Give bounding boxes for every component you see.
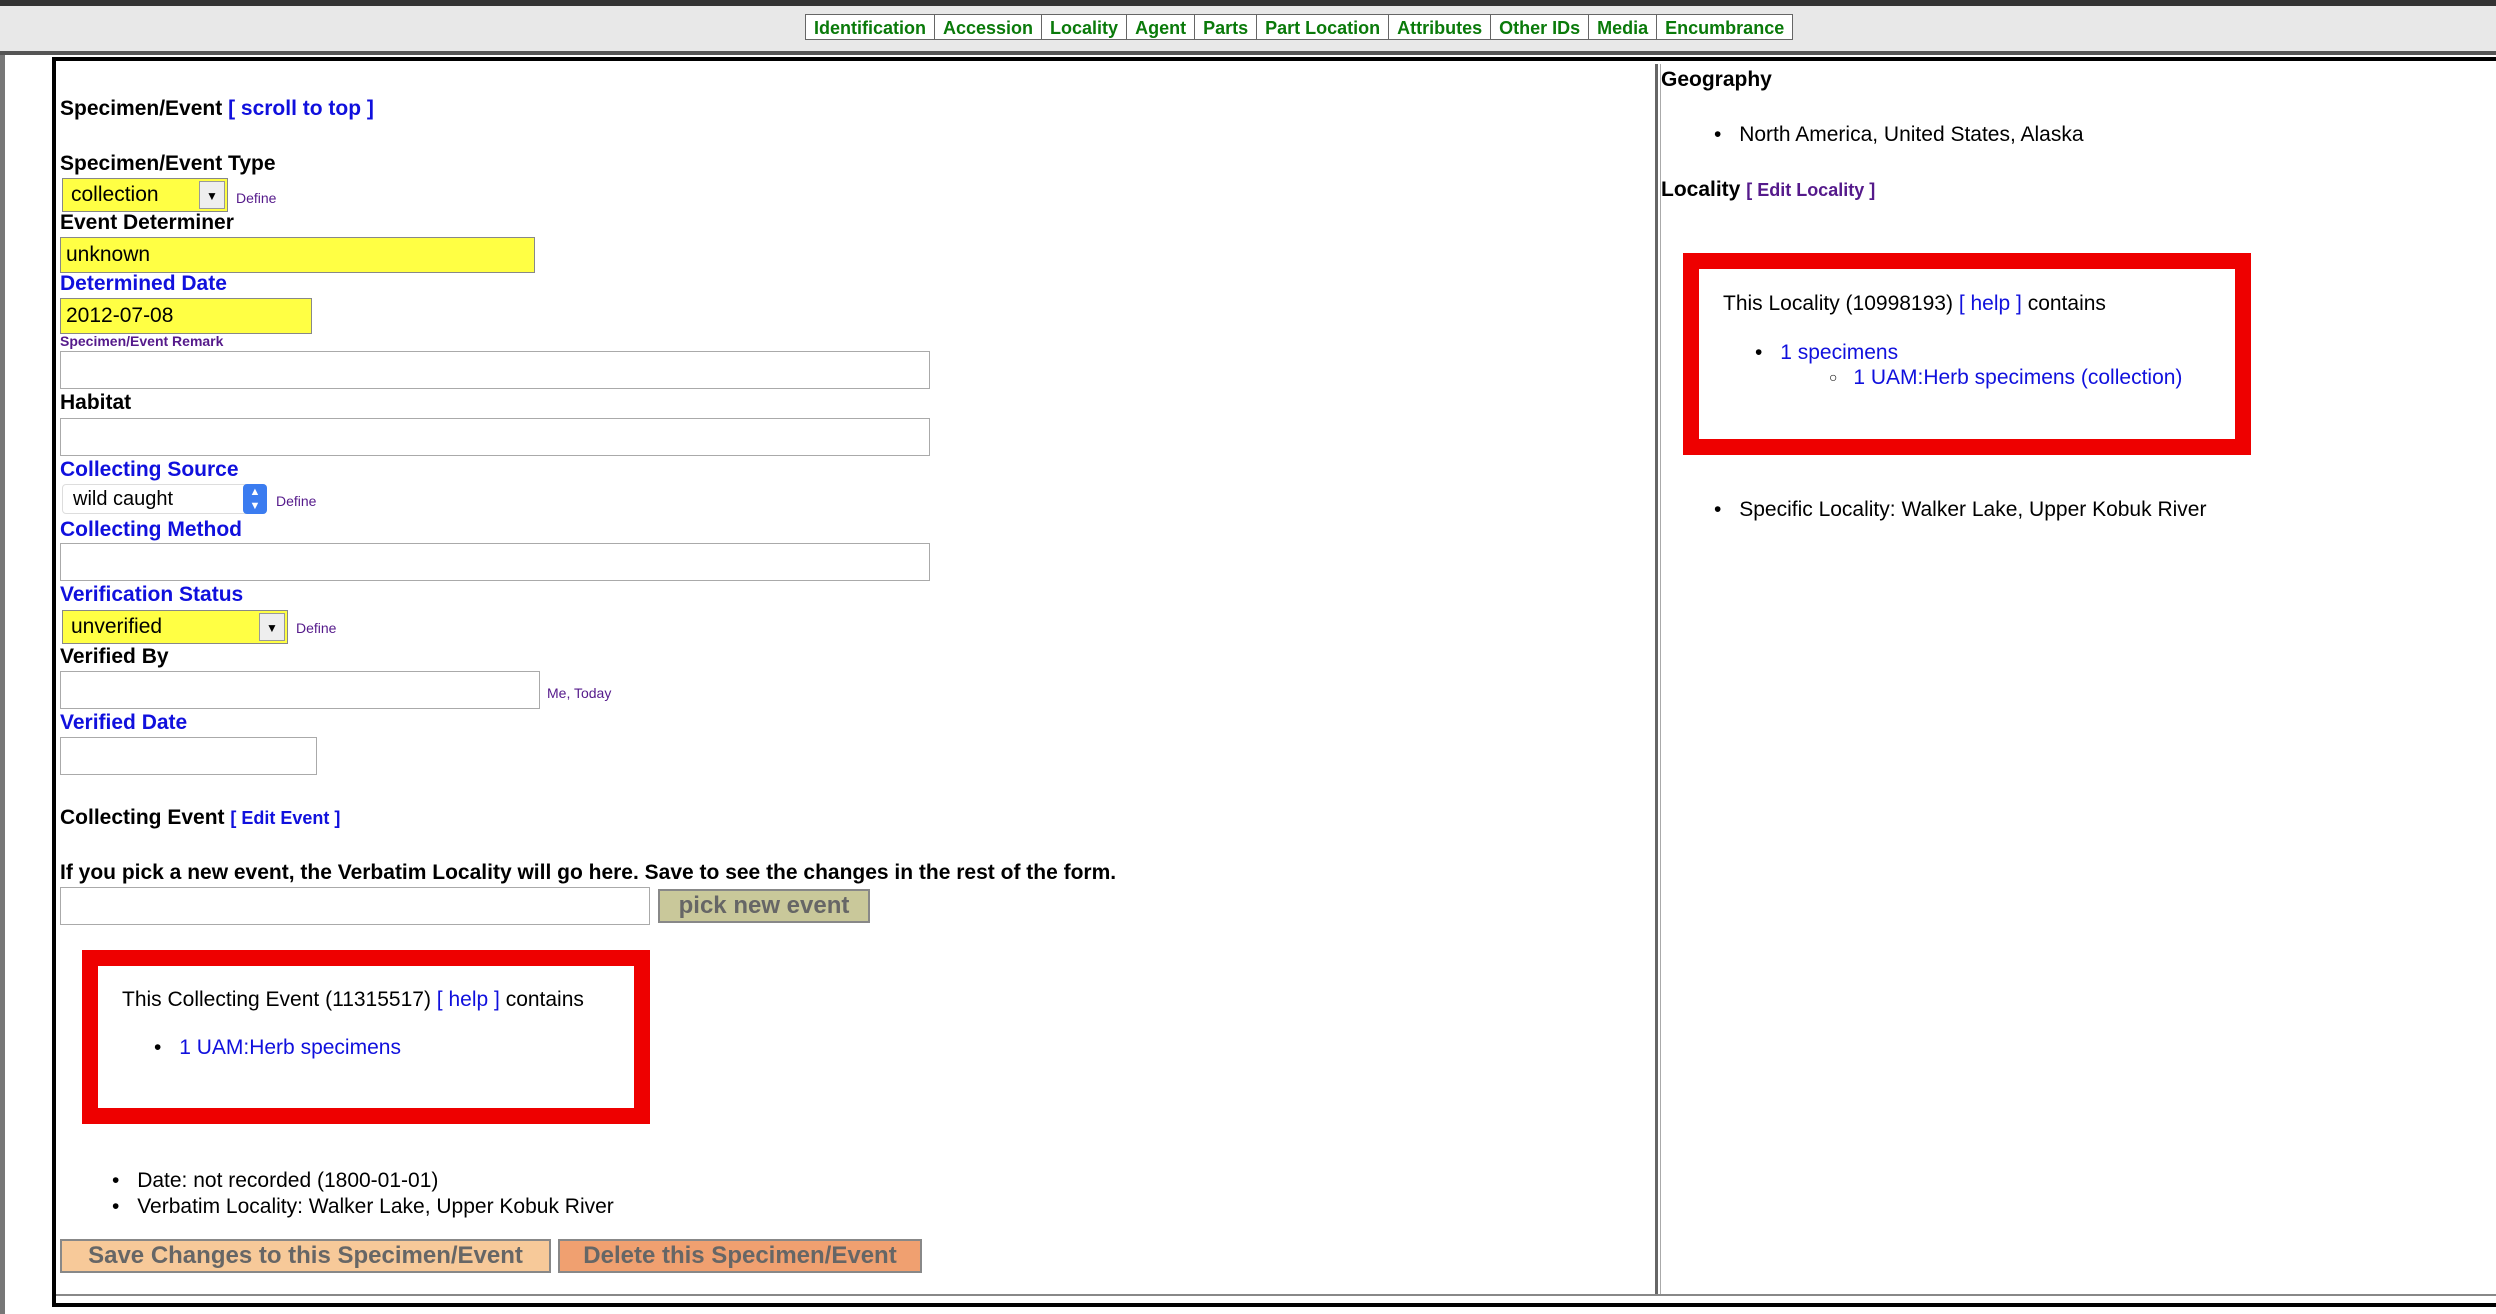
define-source-link[interactable]: Define (276, 493, 316, 509)
tab-part-location[interactable]: Part Location (1257, 15, 1390, 39)
scroll-to-top-link[interactable]: [ scroll to top ] (228, 97, 374, 120)
chevron-down-icon: ▼ (259, 613, 285, 641)
locality-collection-link[interactable]: 1 UAM:Herb specimens (collection) (1853, 366, 2182, 389)
event-contains-text: contains (505, 988, 584, 1011)
section-tabs: Identification Accession Locality Agent … (805, 14, 1794, 40)
locality-id-text: This Locality (10998193) (1723, 292, 1953, 315)
tab-media[interactable]: Media (1589, 15, 1658, 39)
locality-specimens-item: 1 specimens (1755, 341, 1898, 365)
me-today-link[interactable]: Me, Today (547, 685, 611, 701)
locality-contains-text: contains (2027, 292, 2106, 315)
determined-date-label[interactable]: Determined Date (60, 272, 227, 296)
tab-locality[interactable]: Locality (1042, 15, 1128, 39)
locality-heading: Locality [ Edit Locality ] (1661, 178, 1875, 202)
pick-new-event-button[interactable]: pick new event (658, 889, 870, 923)
verified-by-label: Verified By (60, 645, 169, 668)
locality-specimens-link[interactable]: 1 specimens (1780, 341, 1898, 364)
verification-status-value: unverified (71, 615, 163, 638)
collecting-event-summary: This Collecting Event (11315517) [ help … (122, 988, 584, 1012)
chevron-down-icon: ▼ (199, 181, 225, 209)
column-divider-inner (1660, 64, 1661, 1294)
verified-date-input[interactable] (60, 737, 317, 775)
edit-event-link[interactable]: [ Edit Event ] (230, 808, 340, 828)
locality-collection-item: 1 UAM:Herb specimens (collection) (1829, 366, 2182, 390)
verified-date-label[interactable]: Verified Date (60, 711, 187, 735)
geography-item: North America, United States, Alaska (1714, 123, 2084, 147)
top-toolbar: Identification Accession Locality Agent … (0, 0, 2496, 55)
tab-other-ids[interactable]: Other IDs (1491, 15, 1590, 39)
delete-specimen-event-button[interactable]: Delete this Specimen/Event (558, 1239, 922, 1273)
geography-value: North America, United States, Alaska (1739, 123, 2084, 146)
locality-summary-box: This Locality (10998193) [ help ] contai… (1683, 253, 2251, 455)
locality-help-link[interactable]: [ help ] (1959, 292, 2022, 315)
save-specimen-event-button[interactable]: Save Changes to this Specimen/Event (60, 1239, 551, 1273)
determined-date-input[interactable] (60, 298, 312, 334)
tab-agent[interactable]: Agent (1127, 15, 1196, 39)
event-type-label: Specimen/Event Type (60, 152, 276, 175)
tab-attributes[interactable]: Attributes (1389, 15, 1492, 39)
tab-parts[interactable]: Parts (1195, 15, 1258, 39)
habitat-label: Habitat (60, 391, 132, 414)
collecting-event-title: Collecting Event (60, 806, 225, 829)
bottom-rule (56, 1294, 2496, 1296)
remark-input[interactable] (60, 351, 930, 389)
pick-event-note: If you pick a new event, the Verbatim Lo… (60, 861, 1117, 884)
tab-encumbrance[interactable]: Encumbrance (1657, 15, 1792, 39)
collecting-source-select[interactable]: wild caught ▲ ▼ (62, 484, 267, 514)
event-type-select[interactable]: collection ▼ (62, 178, 228, 212)
specimen-event-title: Specimen/Event (60, 97, 223, 120)
updown-chevron-icon: ▲ ▼ (243, 484, 267, 514)
event-determiner-input[interactable] (60, 237, 535, 273)
collecting-method-input[interactable] (60, 543, 930, 581)
event-help-link[interactable]: [ help ] (437, 988, 500, 1011)
habitat-input[interactable] (60, 418, 930, 456)
event-specimens-item: 1 UAM:Herb specimens (154, 1036, 401, 1060)
collecting-event-heading: Collecting Event [ Edit Event ] (60, 806, 340, 830)
specific-locality-item: Specific Locality: Walker Lake, Upper Ko… (1714, 498, 2206, 522)
event-date-item: Date: not recorded (1800-01-01) (112, 1169, 438, 1193)
locality-title: Locality (1661, 178, 1741, 201)
tab-accession[interactable]: Accession (935, 15, 1043, 39)
event-specimens-link[interactable]: 1 UAM:Herb specimens (179, 1036, 401, 1059)
geography-heading: Geography (1661, 68, 1772, 91)
tab-identification[interactable]: Identification (806, 15, 935, 39)
verification-status-select[interactable]: unverified ▼ (62, 610, 288, 644)
collecting-event-id-text: This Collecting Event (11315517) (122, 988, 431, 1011)
collecting-event-summary-box: This Collecting Event (11315517) [ help … (82, 950, 650, 1124)
edit-locality-link[interactable]: [ Edit Locality ] (1746, 180, 1875, 200)
verification-status-label[interactable]: Verification Status (60, 583, 243, 607)
column-divider (1655, 64, 1658, 1294)
event-date-text: Date: not recorded (1800-01-01) (137, 1169, 439, 1192)
locality-summary: This Locality (10998193) [ help ] contai… (1723, 292, 2106, 316)
verbatim-locality-text: Verbatim Locality: Walker Lake, Upper Ko… (137, 1195, 614, 1218)
define-type-link[interactable]: Define (236, 190, 276, 206)
event-determiner-label: Event Determiner (60, 211, 234, 234)
verbatim-locality-input[interactable] (60, 887, 650, 925)
collecting-source-label[interactable]: Collecting Source (60, 458, 239, 482)
window-edge (0, 55, 5, 1314)
verified-by-input[interactable] (60, 671, 540, 709)
collecting-source-value: wild caught (73, 488, 174, 510)
event-type-value: collection (71, 183, 159, 206)
specimen-event-heading: Specimen/Event [ scroll to top ] (60, 97, 374, 121)
verbatim-locality-item: Verbatim Locality: Walker Lake, Upper Ko… (112, 1195, 614, 1219)
remark-label[interactable]: Specimen/Event Remark (60, 333, 223, 349)
collecting-method-label[interactable]: Collecting Method (60, 518, 242, 542)
specific-locality-text: Specific Locality: Walker Lake, Upper Ko… (1739, 498, 2207, 521)
define-verification-link[interactable]: Define (296, 620, 336, 636)
